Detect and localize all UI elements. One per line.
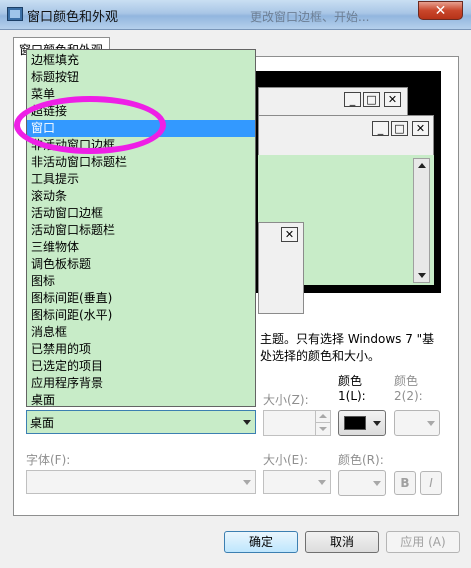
minimize-icon: _	[344, 92, 361, 107]
close-button[interactable]: ✕	[418, 1, 463, 20]
color1-label-top: 颜色	[338, 374, 363, 388]
list-item[interactable]: 滚动条	[27, 188, 255, 205]
scroll-up-icon	[418, 163, 426, 168]
chevron-down-icon	[243, 480, 251, 485]
spin-down-button[interactable]	[315, 423, 330, 435]
minimize-icon: _	[372, 121, 389, 136]
ok-button[interactable]: 确定	[224, 531, 298, 553]
color2-label-bottom: 2(2):	[394, 389, 423, 403]
close-icon: ✕	[384, 92, 401, 107]
size-label: 大小(Z):	[263, 393, 309, 407]
font-size-label: 大小(E):	[263, 453, 308, 467]
close-icon: ✕	[412, 121, 429, 136]
apply-button[interactable]: 应用 (A)	[386, 531, 460, 553]
scroll-down-icon	[418, 273, 426, 278]
italic-button[interactable]: I	[420, 471, 442, 495]
list-item[interactable]: 应用程序背景	[27, 375, 255, 392]
item-select[interactable]	[26, 410, 256, 434]
list-item[interactable]: 三维物体	[27, 239, 255, 256]
list-item[interactable]: 图标间距(水平)	[27, 307, 255, 324]
color-swatch	[344, 416, 366, 430]
color1-button[interactable]	[338, 410, 386, 436]
description-line-2: 处选择的颜色和大小。	[260, 349, 381, 363]
item-select-value: 桌面	[30, 416, 55, 430]
chevron-down-icon	[319, 427, 327, 431]
list-item[interactable]: 边框填充	[27, 52, 255, 69]
maximize-icon: □	[391, 121, 408, 136]
font-color-label: 颜色(R):	[338, 453, 384, 467]
highlight-annotation	[14, 96, 166, 154]
cancel-button[interactable]: 取消	[305, 531, 379, 553]
list-item[interactable]: 调色板标题	[27, 256, 255, 273]
color2-button[interactable]	[394, 410, 440, 436]
font-color-button[interactable]	[338, 470, 386, 496]
list-item[interactable]: 非活动窗口标题栏	[27, 154, 255, 171]
close-icon: ✕	[281, 227, 298, 242]
list-item[interactable]: 消息框	[27, 324, 255, 341]
chevron-down-icon	[373, 481, 381, 486]
list-item[interactable]: 标题按钮	[27, 69, 255, 86]
size-input[interactable]	[263, 410, 331, 436]
chevron-down-icon	[427, 421, 435, 426]
chevron-down-icon	[243, 420, 251, 425]
maximize-icon: □	[363, 92, 380, 107]
list-item[interactable]: 图标间距(垂直)	[27, 290, 255, 307]
bold-button[interactable]: B	[394, 471, 416, 495]
window-title: 窗口颜色和外观	[27, 10, 119, 25]
font-select[interactable]	[26, 470, 256, 494]
list-item[interactable]: 图标	[27, 273, 255, 290]
preview-scrollbar	[413, 158, 430, 283]
font-size-select[interactable]	[263, 470, 331, 494]
color1-label-bottom: 1(L):	[338, 389, 366, 403]
font-label: 字体(F):	[26, 453, 71, 467]
chevron-up-icon	[319, 414, 327, 418]
background-window-title: 更改窗口边框、开始...	[250, 10, 370, 24]
chevron-down-icon	[318, 480, 326, 485]
list-item[interactable]: 活动窗口边框	[27, 205, 255, 222]
chevron-down-icon	[373, 421, 381, 426]
list-item[interactable]: 已禁用的项	[27, 341, 255, 358]
app-icon	[7, 7, 23, 21]
list-item[interactable]: 桌面	[27, 392, 255, 409]
list-item[interactable]: 已选定的项目	[27, 358, 255, 375]
description-line-1: 主题。只有选择 Windows 7 "基	[260, 332, 435, 346]
list-item[interactable]: 工具提示	[27, 171, 255, 188]
list-item[interactable]: 活动窗口标题栏	[27, 222, 255, 239]
spin-up-button[interactable]	[315, 411, 330, 423]
color2-label-top: 颜色	[394, 374, 419, 388]
